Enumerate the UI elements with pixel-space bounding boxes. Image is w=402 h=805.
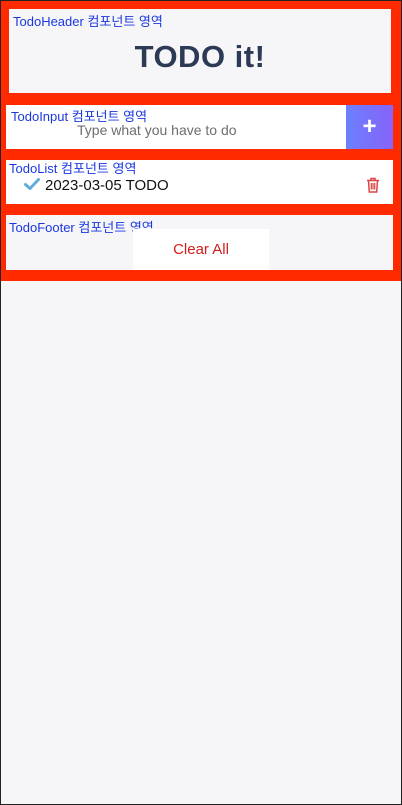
todo-footer: TodoFooter 컴포넌트 영역 Clear All xyxy=(6,215,393,270)
add-todo-button[interactable]: + xyxy=(346,105,393,149)
plus-icon: + xyxy=(362,113,377,140)
todo-input: TodoInput 컴포넌트 영역 Type what you have to … xyxy=(6,105,393,149)
list-component-label: TodoList 컴포넌트 영역 xyxy=(9,161,137,176)
trash-icon[interactable] xyxy=(366,177,380,193)
todo-input-field[interactable]: Type what you have to do xyxy=(77,122,237,138)
page-title: TODO it! xyxy=(134,39,266,74)
todo-item-text: 2023-03-05 TODO xyxy=(45,177,169,194)
clear-all-button[interactable]: Clear All xyxy=(133,229,269,270)
todo-list: TodoList 컴포넌트 영역 2023-03-05 TODO xyxy=(6,160,393,204)
todo-header: TodoHeader 컴포넌트 영역 TODO it! xyxy=(9,9,391,93)
checkmark-icon[interactable] xyxy=(24,178,40,190)
header-component-label: TodoHeader 컴포넌트 영역 xyxy=(13,14,163,29)
